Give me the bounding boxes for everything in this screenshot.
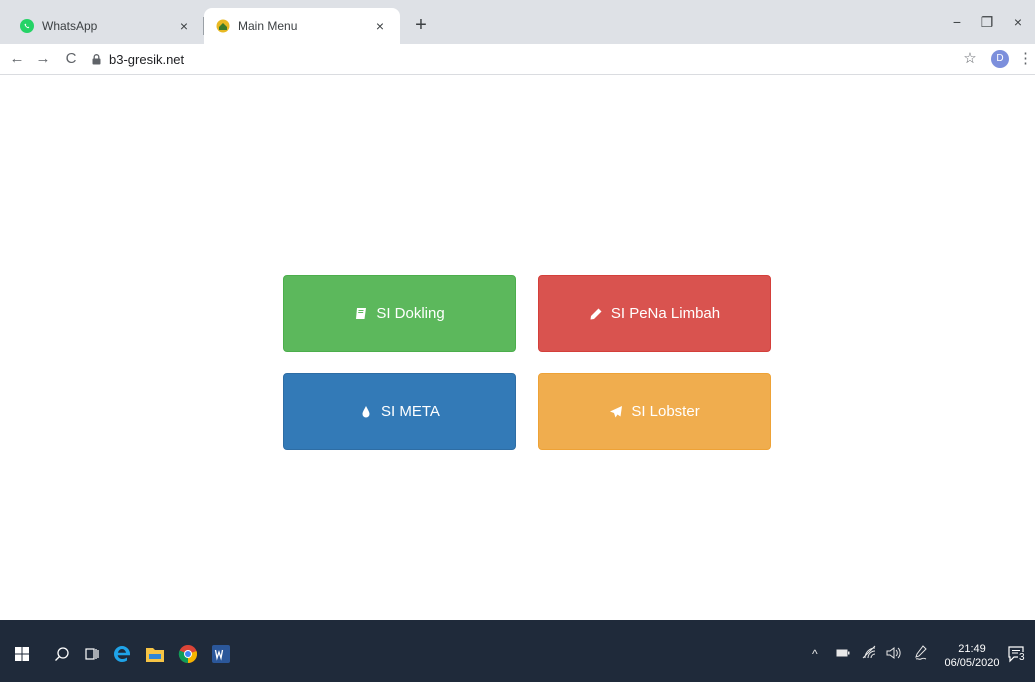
- pencil-icon: [590, 308, 602, 319]
- paper-plane-icon: [610, 405, 623, 417]
- si-dokling-button[interactable]: SI Dokling: [283, 275, 516, 352]
- button-label: SI META: [381, 403, 440, 420]
- tab-close-icon[interactable]: ×: [372, 18, 388, 34]
- tab-whatsapp[interactable]: WhatsApp ×: [8, 8, 204, 44]
- windows-logo-icon: [15, 647, 29, 661]
- si-lobster-button[interactable]: SI Lobster: [538, 373, 771, 450]
- reload-button[interactable]: C: [60, 48, 82, 70]
- action-center-button[interactable]: 3: [1008, 646, 1026, 664]
- taskbar-clock[interactable]: 21:49 06/05/2020: [944, 642, 1000, 670]
- wifi-icon[interactable]: [862, 645, 876, 659]
- tab-close-icon[interactable]: ×: [176, 18, 192, 34]
- clock-date: 06/05/2020: [944, 657, 1000, 669]
- word-icon: [212, 645, 230, 663]
- button-label: SI Dokling: [376, 305, 445, 322]
- tab-main-menu[interactable]: Main Menu ×: [204, 8, 400, 44]
- back-button[interactable]: ←: [6, 48, 28, 70]
- task-view-icon: [85, 648, 99, 660]
- start-button[interactable]: [12, 644, 32, 664]
- si-meta-button[interactable]: SI META: [283, 373, 516, 450]
- minimize-button[interactable]: −: [940, 10, 974, 34]
- notification-count: 3: [1018, 652, 1026, 663]
- battery-icon[interactable]: [836, 649, 850, 657]
- site-logo-icon: [216, 19, 230, 33]
- droplet-icon: [362, 405, 370, 417]
- address-bar[interactable]: b3-gresik.net: [92, 47, 942, 71]
- browser-toolbar: ← → C b3-gresik.net ☆ D ⋮: [0, 44, 1035, 75]
- tab-title: WhatsApp: [42, 19, 98, 33]
- lock-icon: [92, 53, 101, 64]
- edge-button[interactable]: [112, 644, 132, 664]
- edge-browser-icon: [114, 646, 130, 662]
- close-window-button[interactable]: ×: [1001, 10, 1035, 34]
- chrome-button[interactable]: [178, 644, 198, 664]
- whatsapp-icon: [20, 19, 34, 33]
- clock-time: 21:49: [958, 643, 986, 655]
- si-pena-limbah-button[interactable]: SI PeNa Limbah: [538, 275, 771, 352]
- tab-title: Main Menu: [238, 19, 298, 33]
- new-tab-button[interactable]: +: [410, 15, 432, 37]
- file-explorer-button[interactable]: [145, 644, 165, 664]
- folder-icon: [146, 648, 164, 662]
- windows-taskbar: ^ 21:49 06/05/2020 3: [0, 620, 1035, 682]
- url-text: b3-gresik.net: [109, 51, 185, 67]
- tray-chevron-icon[interactable]: ^: [812, 647, 818, 661]
- bookmark-star-icon[interactable]: ☆: [960, 48, 980, 70]
- profile-avatar[interactable]: D: [991, 50, 1009, 68]
- button-label: SI PeNa Limbah: [610, 305, 721, 322]
- chrome-icon: [178, 645, 198, 664]
- word-button[interactable]: [211, 644, 231, 664]
- pen-workspace-icon[interactable]: [914, 645, 928, 661]
- book-icon: [356, 307, 367, 319]
- restore-button[interactable]: ❐: [970, 10, 1004, 34]
- tab-strip: WhatsApp × Main Menu × + − ❐ ×: [0, 0, 1035, 44]
- volume-icon[interactable]: [886, 646, 902, 660]
- search-button[interactable]: [52, 644, 72, 664]
- task-view-button[interactable]: [82, 644, 102, 664]
- search-icon: [55, 647, 69, 661]
- page-content: SI Dokling SI PeNa Limbah SI META SI Lob…: [0, 75, 1035, 620]
- forward-button[interactable]: →: [32, 48, 54, 70]
- browser-menu-icon[interactable]: ⋮: [1018, 48, 1033, 70]
- button-label: SI Lobster: [631, 403, 700, 420]
